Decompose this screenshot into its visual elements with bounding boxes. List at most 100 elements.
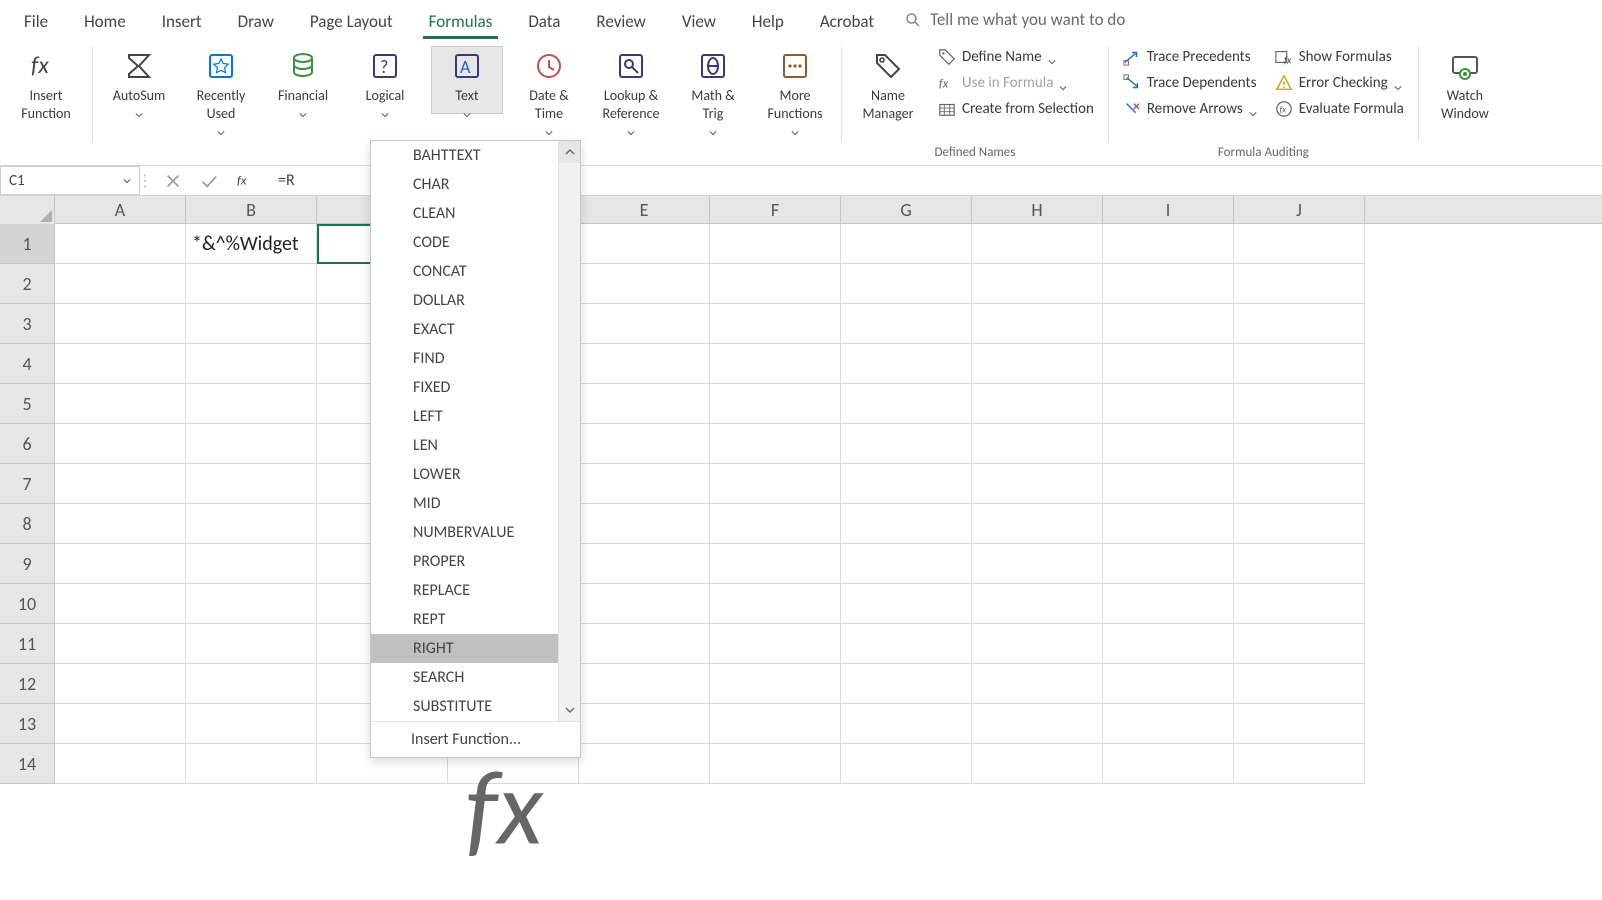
row-header-5[interactable]: 5 <box>0 384 55 424</box>
col-header-B[interactable]: B <box>186 196 317 223</box>
cell-G11[interactable] <box>841 624 972 664</box>
cell-E10[interactable] <box>579 584 710 624</box>
cancel-formula-icon[interactable] <box>164 172 182 190</box>
fn-proper[interactable]: PROPER <box>371 547 580 576</box>
name-manager-button[interactable]: NameManager <box>852 46 924 124</box>
cell-G13[interactable] <box>841 704 972 744</box>
cell-E2[interactable] <box>579 264 710 304</box>
cell-I13[interactable] <box>1103 704 1234 744</box>
cell-I11[interactable] <box>1103 624 1234 664</box>
row-header-12[interactable]: 12 <box>0 664 55 704</box>
cell-F13[interactable] <box>710 704 841 744</box>
scroll-up-icon[interactable] <box>559 141 580 163</box>
name-box[interactable]: C1 <box>0 166 140 195</box>
fn-len[interactable]: LEN <box>371 431 580 460</box>
cell-B5[interactable] <box>186 384 317 424</box>
cell-B6[interactable] <box>186 424 317 464</box>
cell-E9[interactable] <box>579 544 710 584</box>
cell-F12[interactable] <box>710 664 841 704</box>
fn-mid[interactable]: MID <box>371 489 580 518</box>
cell-F10[interactable] <box>710 584 841 624</box>
cell-A12[interactable] <box>55 664 186 704</box>
col-header-G[interactable]: G <box>841 196 972 223</box>
cell-G8[interactable] <box>841 504 972 544</box>
scroll-down-icon[interactable] <box>559 699 580 721</box>
col-header-H[interactable]: H <box>972 196 1103 223</box>
cell-E11[interactable] <box>579 624 710 664</box>
cell-J6[interactable] <box>1234 424 1365 464</box>
math-trig-button[interactable]: Math &Trig <box>677 46 749 132</box>
cell-I14[interactable] <box>1103 744 1234 784</box>
cell-E12[interactable] <box>579 664 710 704</box>
row-header-2[interactable]: 2 <box>0 264 55 304</box>
cell-A10[interactable] <box>55 584 186 624</box>
enter-formula-icon[interactable] <box>200 172 218 190</box>
row-header-7[interactable]: 7 <box>0 464 55 504</box>
cell-H9[interactable] <box>972 544 1103 584</box>
fn-find[interactable]: FIND <box>371 344 580 373</box>
row-header-11[interactable]: 11 <box>0 624 55 664</box>
fn-left[interactable]: LEFT <box>371 402 580 431</box>
cell-G10[interactable] <box>841 584 972 624</box>
row-header-3[interactable]: 3 <box>0 304 55 344</box>
row-header-9[interactable]: 9 <box>0 544 55 584</box>
recently-used-button[interactable]: RecentlyUsed <box>185 46 257 132</box>
cell-B1[interactable]: *&^%Widget <box>186 224 317 264</box>
fn-right[interactable]: RIGHT <box>371 634 580 663</box>
cell-A4[interactable] <box>55 344 186 384</box>
row-header-1[interactable]: 1 <box>0 224 55 264</box>
cell-I12[interactable] <box>1103 664 1234 704</box>
fn-dollar[interactable]: DOLLAR <box>371 286 580 315</box>
cell-I2[interactable] <box>1103 264 1234 304</box>
col-header-I[interactable]: I <box>1103 196 1234 223</box>
cell-J11[interactable] <box>1234 624 1365 664</box>
cell-I1[interactable] <box>1103 224 1234 264</box>
cell-G5[interactable] <box>841 384 972 424</box>
fn-bahttext[interactable]: BAHTTEXT <box>371 141 580 170</box>
cell-J12[interactable] <box>1234 664 1365 704</box>
cell-H5[interactable] <box>972 384 1103 424</box>
row-header-4[interactable]: 4 <box>0 344 55 384</box>
cell-A11[interactable] <box>55 624 186 664</box>
cell-H1[interactable] <box>972 224 1103 264</box>
cell-J2[interactable] <box>1234 264 1365 304</box>
cell-E1[interactable] <box>579 224 710 264</box>
fn-numbervalue[interactable]: NUMBERVALUE <box>371 518 580 547</box>
fn-fixed[interactable]: FIXED <box>371 373 580 402</box>
cell-J3[interactable] <box>1234 304 1365 344</box>
watch-window-button[interactable]: WatchWindow <box>1429 46 1501 124</box>
row-header-14[interactable]: 14 <box>0 744 55 784</box>
cell-A6[interactable] <box>55 424 186 464</box>
cell-H2[interactable] <box>972 264 1103 304</box>
cell-A1[interactable] <box>55 224 186 264</box>
cell-G2[interactable] <box>841 264 972 304</box>
cell-J1[interactable] <box>1234 224 1365 264</box>
cell-B14[interactable] <box>186 744 317 784</box>
cell-F14[interactable] <box>710 744 841 784</box>
fn-search[interactable]: SEARCH <box>371 663 580 692</box>
cell-J10[interactable] <box>1234 584 1365 624</box>
cell-I9[interactable] <box>1103 544 1234 584</box>
cell-A3[interactable] <box>55 304 186 344</box>
cell-J4[interactable] <box>1234 344 1365 384</box>
cell-E4[interactable] <box>579 344 710 384</box>
cell-F1[interactable] <box>710 224 841 264</box>
cell-G1[interactable] <box>841 224 972 264</box>
cell-A14[interactable] <box>55 744 186 784</box>
more-functions-button[interactable]: MoreFunctions <box>759 46 831 132</box>
cell-A13[interactable] <box>55 704 186 744</box>
cell-F11[interactable] <box>710 624 841 664</box>
evaluate-formula-button[interactable]: Evaluate Formula <box>1271 98 1408 120</box>
fn-lower[interactable]: LOWER <box>371 460 580 489</box>
cell-H3[interactable] <box>972 304 1103 344</box>
spreadsheet-grid[interactable]: ABCDEFGHIJ 1*&^%Widget234567891011121314 <box>0 196 1602 784</box>
fn-substitute[interactable]: SUBSTITUTE <box>371 692 580 721</box>
col-header-A[interactable]: A <box>55 196 186 223</box>
cell-H6[interactable] <box>972 424 1103 464</box>
cell-B13[interactable] <box>186 704 317 744</box>
cell-H13[interactable] <box>972 704 1103 744</box>
cell-F9[interactable] <box>710 544 841 584</box>
cell-B9[interactable] <box>186 544 317 584</box>
cell-G9[interactable] <box>841 544 972 584</box>
fn-replace[interactable]: REPLACE <box>371 576 580 605</box>
